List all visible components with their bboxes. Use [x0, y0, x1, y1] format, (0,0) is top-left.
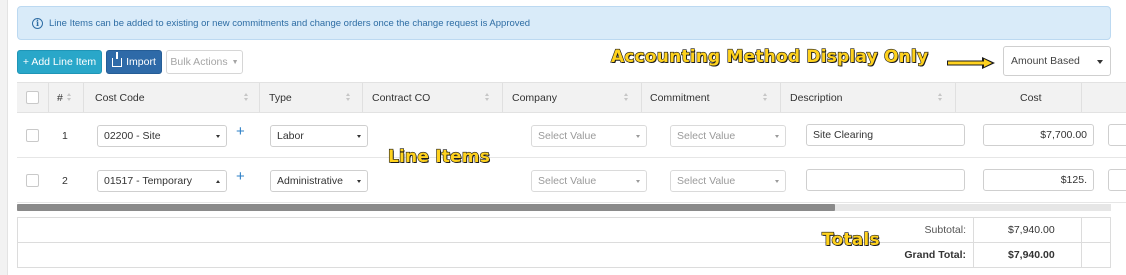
row-checkbox[interactable]: [26, 174, 39, 187]
header-description: Description: [790, 91, 843, 104]
accounting-method-value: Amount Based: [1011, 55, 1080, 67]
subtotal-label: Subtotal:: [924, 224, 966, 236]
commitment-value: Select Value: [677, 175, 736, 187]
annotation-arrow-icon: [947, 57, 995, 69]
chevron-down-icon: [216, 135, 220, 138]
company-value: Select Value: [538, 175, 597, 187]
commitment-select[interactable]: Select Value: [670, 170, 786, 192]
description-input[interactable]: [806, 169, 965, 191]
annotation-totals: Totals: [821, 229, 880, 250]
add-line-item-button[interactable]: + Add Line Item: [17, 50, 102, 74]
header-commitment: Commitment: [650, 91, 710, 104]
table-row: 2 01517 - Temporary + Administrative Sel…: [17, 158, 1126, 203]
cost-code-select[interactable]: 01517 - Temporary: [97, 170, 227, 192]
next-column-input[interactable]: [1108, 124, 1126, 146]
header-company: Company: [512, 91, 557, 104]
table-header: # Cost Code Type Contract CO Company Com…: [17, 82, 1126, 113]
info-icon: i: [32, 17, 43, 29]
type-value: Labor: [277, 130, 304, 142]
import-button-label: Import: [126, 56, 156, 68]
grand-total-value: $7,940.00: [1008, 249, 1055, 261]
sort-icon[interactable]: [624, 93, 629, 102]
import-icon: [112, 51, 123, 67]
sort-icon[interactable]: [67, 93, 72, 102]
type-select[interactable]: Administrative: [270, 170, 368, 192]
subtotal-value: $7,940.00: [1008, 224, 1055, 236]
bulk-actions-button[interactable]: Bulk Actions ▼: [166, 50, 243, 74]
chevron-down-icon: ▼: [231, 58, 239, 66]
info-banner: i Line Items can be added to existing or…: [17, 6, 1111, 40]
type-select[interactable]: Labor: [270, 125, 368, 147]
company-select[interactable]: Select Value: [531, 125, 647, 147]
chevron-down-icon: [775, 180, 779, 183]
header-cost-code: Cost Code: [95, 91, 145, 104]
chevron-down-icon: [636, 180, 640, 183]
cost-code-select[interactable]: 02200 - Site: [97, 125, 227, 147]
chevron-down-icon: [636, 135, 640, 138]
select-all-checkbox[interactable]: [26, 91, 39, 104]
chevron-up-icon: [216, 180, 220, 183]
add-cost-code-icon[interactable]: +: [236, 123, 245, 140]
commitment-select[interactable]: Select Value: [670, 125, 786, 147]
chevron-down-icon: [775, 135, 779, 138]
description-input[interactable]: Site Clearing: [806, 124, 965, 146]
add-cost-code-icon[interactable]: +: [236, 168, 245, 185]
sort-icon[interactable]: [485, 93, 490, 102]
bulk-actions-label: Bulk Actions: [170, 56, 228, 68]
company-select[interactable]: Select Value: [531, 170, 647, 192]
commitment-value: Select Value: [677, 130, 736, 142]
next-column-input[interactable]: [1108, 169, 1126, 191]
type-value: Administrative: [277, 175, 343, 187]
cost-input[interactable]: $125.: [983, 169, 1094, 191]
row-number: 1: [62, 130, 68, 142]
info-banner-text: Line Items can be added to existing or n…: [49, 17, 531, 29]
cost-code-value: 01517 - Temporary: [104, 175, 192, 187]
company-value: Select Value: [538, 130, 597, 142]
chevron-down-icon: [357, 135, 361, 138]
header-cost: Cost: [1020, 91, 1042, 104]
sort-icon[interactable]: [346, 93, 351, 102]
scrollbar-thumb[interactable]: [17, 204, 835, 211]
header-type: Type: [269, 91, 292, 104]
header-number: #: [57, 91, 63, 104]
cost-input[interactable]: $7,700.00: [983, 124, 1094, 146]
chevron-down-icon: [1097, 60, 1103, 64]
annotation-line-items: Line Items: [387, 146, 491, 167]
chevron-down-icon: [357, 180, 361, 183]
sort-icon[interactable]: [244, 93, 249, 102]
grand-total-label: Grand Total:: [904, 249, 966, 261]
row-number: 2: [62, 175, 68, 187]
annotation-accounting-method: Accounting Method Display Only: [610, 46, 929, 67]
cost-code-value: 02200 - Site: [104, 130, 161, 142]
totals-table: Subtotal: $7,940.00 Grand Total: $7,940.…: [17, 217, 1111, 268]
window-frame-left: [0, 0, 8, 275]
sort-icon[interactable]: [763, 93, 768, 102]
table-row: 1 02200 - Site + Labor Select Value Sele…: [17, 113, 1126, 158]
sort-icon[interactable]: [938, 93, 943, 102]
accounting-method-select[interactable]: Amount Based: [1003, 46, 1111, 76]
import-button[interactable]: Import: [106, 50, 162, 74]
header-contract-co: Contract CO: [372, 91, 431, 104]
row-checkbox[interactable]: [26, 129, 39, 142]
